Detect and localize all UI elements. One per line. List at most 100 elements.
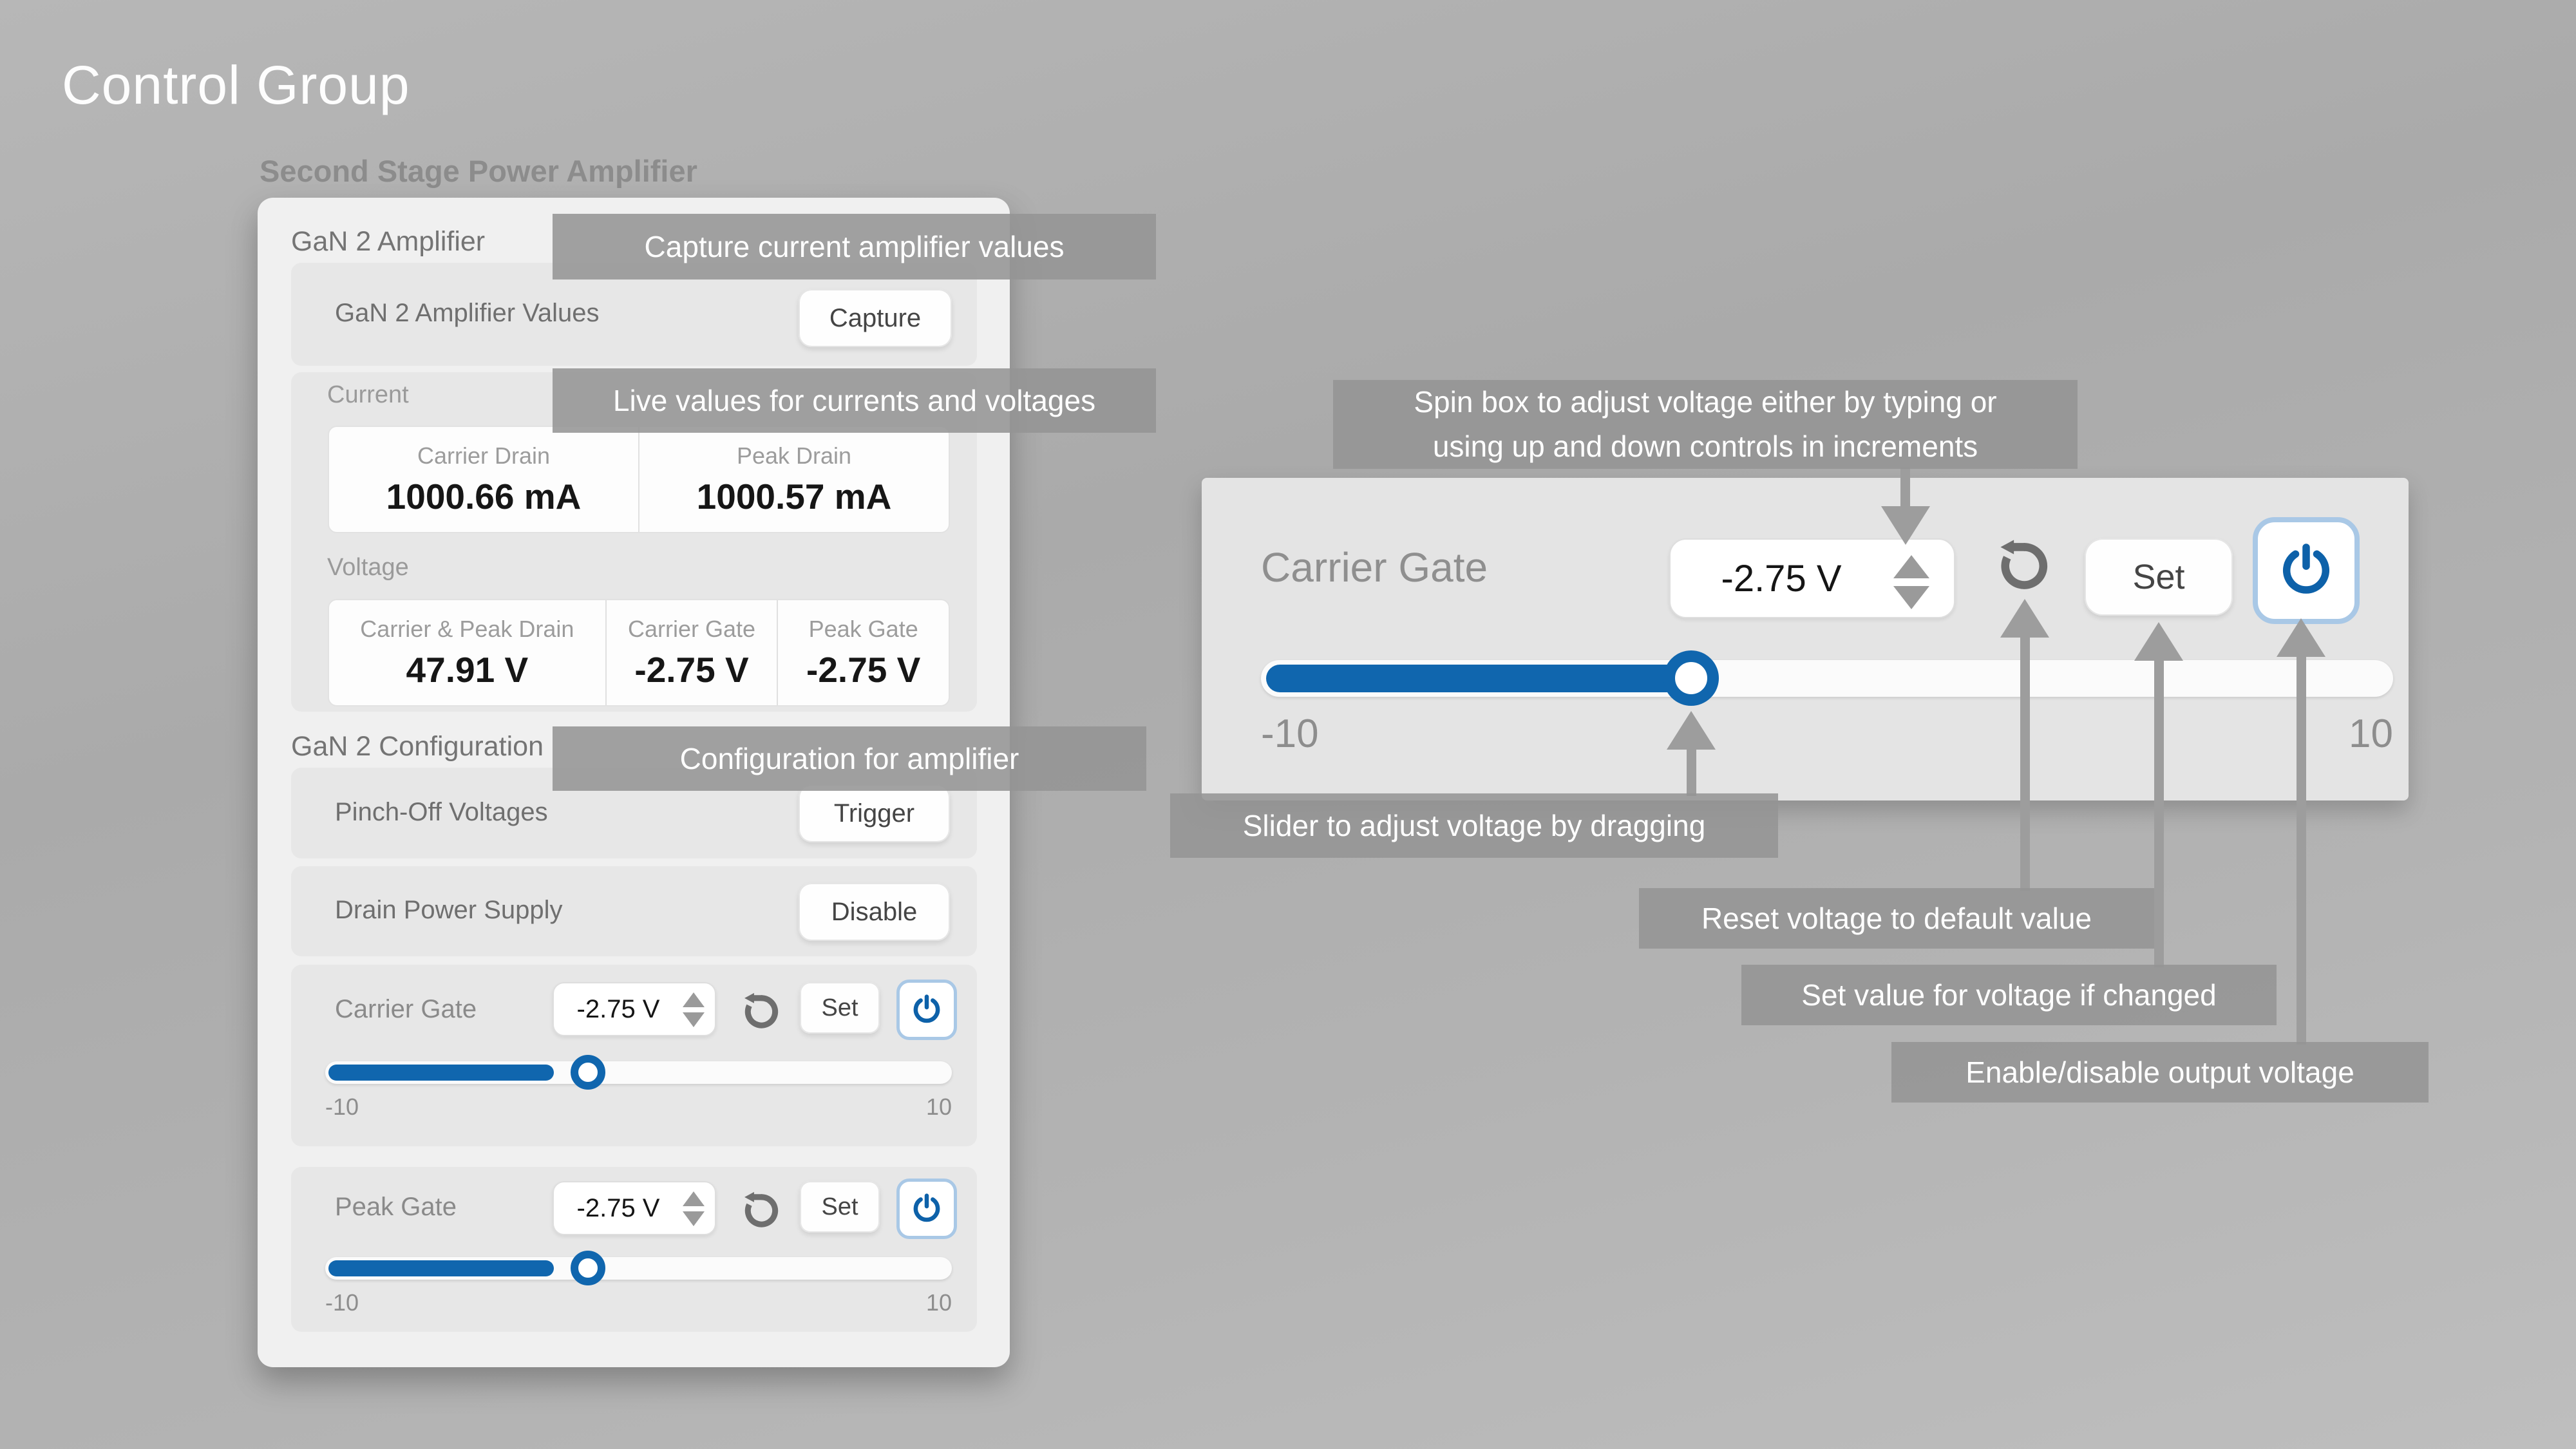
peak-drain-value: 1000.57 mA bbox=[697, 476, 892, 517]
callout-capture: Capture current amplifier values bbox=[553, 214, 1156, 279]
spin-down-icon[interactable] bbox=[683, 1211, 705, 1226]
drain-power-label: Drain Power Supply bbox=[335, 896, 563, 925]
group-subtitle: Second Stage Power Amplifier bbox=[260, 153, 697, 189]
spin-up-icon[interactable] bbox=[1893, 555, 1929, 578]
peak-gate-set-button[interactable]: Set bbox=[800, 1181, 880, 1233]
callout-live-values: Live values for currents and voltages bbox=[553, 368, 1156, 433]
carrier-peak-drain-value: 47.91 V bbox=[406, 649, 529, 690]
control-group-screen: Control Group Second Stage Power Amplifi… bbox=[0, 0, 2576, 1449]
callout-reset: Reset voltage to default value bbox=[1639, 888, 2154, 949]
detail-power-button[interactable] bbox=[2253, 517, 2360, 624]
carrier-drain-value: 1000.66 mA bbox=[386, 476, 582, 517]
peak-gate-control-label: Peak Gate bbox=[335, 1193, 457, 1222]
carrier-peak-drain-label: Carrier & Peak Drain bbox=[360, 616, 574, 643]
detail-slider[interactable] bbox=[1261, 660, 2393, 697]
peak-gate-slider-fill bbox=[328, 1260, 554, 1276]
power-arrow-shaft bbox=[2297, 654, 2306, 1045]
callout-reset-text: Reset voltage to default value bbox=[1701, 897, 2092, 940]
slider-max-label: 10 bbox=[887, 1094, 952, 1121]
carrier-drain-label: Carrier Drain bbox=[417, 442, 550, 469]
peak-gate-slider[interactable] bbox=[325, 1257, 952, 1280]
peak-gate-power-button[interactable] bbox=[896, 1179, 957, 1239]
callout-spinbox: Spin box to adjust voltage either by typ… bbox=[1333, 380, 2078, 469]
detail-set-button[interactable]: Set bbox=[2085, 538, 2233, 616]
callout-spinbox-line1: Spin box to adjust voltage either by typ… bbox=[1414, 380, 1996, 424]
slider-min-label: -10 bbox=[325, 1289, 359, 1316]
slider-min-label: -10 bbox=[325, 1094, 359, 1121]
spin-up-icon[interactable] bbox=[683, 992, 705, 1007]
carrier-gate-power-button[interactable] bbox=[896, 980, 957, 1040]
carrier-gate-slider-fill bbox=[328, 1065, 554, 1081]
current-section-label: Current bbox=[327, 381, 409, 409]
page-title: Control Group bbox=[62, 54, 410, 117]
callout-configuration-text: Configuration for amplifier bbox=[680, 737, 1019, 781]
carrier-gate-set-button[interactable]: Set bbox=[800, 982, 880, 1034]
carrier-gate-slider[interactable] bbox=[325, 1061, 952, 1084]
detail-slider-max-label: 10 bbox=[2303, 711, 2393, 757]
reset-icon[interactable] bbox=[1995, 536, 2054, 596]
callout-set: Set value for voltage if changed bbox=[1741, 965, 2277, 1025]
callout-enable-text: Enable/disable output voltage bbox=[1965, 1051, 2354, 1094]
callout-enable: Enable/disable output voltage bbox=[1891, 1042, 2429, 1103]
carrier-gate-voltage-label: Carrier Gate bbox=[628, 616, 755, 643]
detail-spinbox[interactable]: -2.75 V bbox=[1669, 538, 1955, 618]
carrier-gate-spinbox[interactable]: -2.75 V bbox=[553, 982, 716, 1036]
configuration-section-header: GaN 2 Configuration bbox=[291, 731, 544, 762]
carrier-gate-detail-panel: Carrier Gate -2.75 V Set -10 10 bbox=[1202, 478, 2409, 800]
slider-max-label: 10 bbox=[887, 1289, 952, 1316]
callout-set-text: Set value for voltage if changed bbox=[1801, 974, 2216, 1017]
power-icon bbox=[2277, 541, 2336, 600]
voltage-cell-carrier-gate: Carrier Gate -2.75 V bbox=[605, 600, 777, 705]
voltage-section-label: Voltage bbox=[327, 554, 409, 582]
voltage-values-card: Carrier & Peak Drain 47.91 V Carrier Gat… bbox=[328, 599, 950, 706]
carrier-gate-spinbox-value[interactable]: -2.75 V bbox=[554, 983, 683, 1035]
callout-live-values-text: Live values for currents and voltages bbox=[613, 379, 1095, 422]
carrier-gate-slider-thumb[interactable] bbox=[571, 1055, 605, 1090]
carrier-gate-voltage-value: -2.75 V bbox=[634, 649, 748, 690]
trigger-button[interactable]: Trigger bbox=[799, 784, 950, 842]
current-cell-peak-drain: Peak Drain 1000.57 mA bbox=[638, 427, 949, 532]
peak-gate-spinbox-value[interactable]: -2.75 V bbox=[554, 1182, 683, 1234]
pinch-off-label: Pinch-Off Voltages bbox=[335, 798, 548, 827]
reset-icon[interactable] bbox=[741, 1189, 783, 1232]
spinbox-arrow-shaft bbox=[1900, 468, 1910, 507]
reset-icon[interactable] bbox=[741, 990, 783, 1033]
detail-slider-min-label: -10 bbox=[1261, 711, 1319, 757]
callout-slider-text: Slider to adjust voltage by dragging bbox=[1243, 804, 1706, 848]
power-arrow-up-icon bbox=[2277, 618, 2325, 657]
callout-capture-text: Capture current amplifier values bbox=[645, 225, 1065, 269]
callout-spinbox-line2: using up and down controls in increments bbox=[1433, 424, 1978, 469]
detail-gate-label: Carrier Gate bbox=[1261, 544, 1488, 591]
power-icon bbox=[910, 993, 943, 1027]
spin-up-icon[interactable] bbox=[683, 1191, 705, 1206]
current-values-card: Carrier Drain 1000.66 mA Peak Drain 1000… bbox=[328, 426, 950, 533]
peak-gate-slider-thumb[interactable] bbox=[571, 1251, 605, 1285]
callout-slider: Slider to adjust voltage by dragging bbox=[1170, 793, 1778, 858]
voltage-cell-carrier-peak-drain: Carrier & Peak Drain 47.91 V bbox=[329, 600, 605, 705]
disable-button[interactable]: Disable bbox=[799, 883, 950, 941]
peak-gate-voltage-label: Peak Gate bbox=[809, 616, 918, 643]
voltage-cell-peak-gate: Peak Gate -2.75 V bbox=[777, 600, 949, 705]
spin-down-icon[interactable] bbox=[1893, 586, 1929, 609]
peak-gate-control-row: Peak Gate -2.75 V Set bbox=[291, 1167, 977, 1332]
peak-drain-label: Peak Drain bbox=[737, 442, 851, 469]
capture-button[interactable]: Capture bbox=[799, 289, 952, 347]
detail-slider-thumb[interactable] bbox=[1663, 650, 1719, 706]
peak-gate-spinbox[interactable]: -2.75 V bbox=[553, 1181, 716, 1235]
amplifier-section-header: GaN 2 Amplifier bbox=[291, 226, 485, 258]
capture-row-label: GaN 2 Amplifier Values bbox=[335, 299, 600, 328]
peak-gate-voltage-value: -2.75 V bbox=[806, 649, 920, 690]
set-arrow-up-icon bbox=[2134, 622, 2183, 661]
set-arrow-shaft bbox=[2154, 658, 2164, 967]
slider-arrow-shaft bbox=[1687, 747, 1696, 796]
drain-power-row: Drain Power Supply Disable bbox=[291, 866, 977, 956]
callout-configuration: Configuration for amplifier bbox=[553, 726, 1146, 791]
spin-down-icon[interactable] bbox=[683, 1012, 705, 1027]
spinbox-arrow-down-icon bbox=[1881, 506, 1930, 545]
detail-slider-fill bbox=[1266, 665, 1686, 692]
detail-spinbox-value[interactable]: -2.75 V bbox=[1671, 540, 1892, 617]
current-cell-carrier-drain: Carrier Drain 1000.66 mA bbox=[329, 427, 638, 532]
carrier-gate-control-label: Carrier Gate bbox=[335, 995, 477, 1024]
slider-arrow-up-icon bbox=[1667, 711, 1716, 750]
reset-arrow-shaft bbox=[2020, 635, 2030, 891]
